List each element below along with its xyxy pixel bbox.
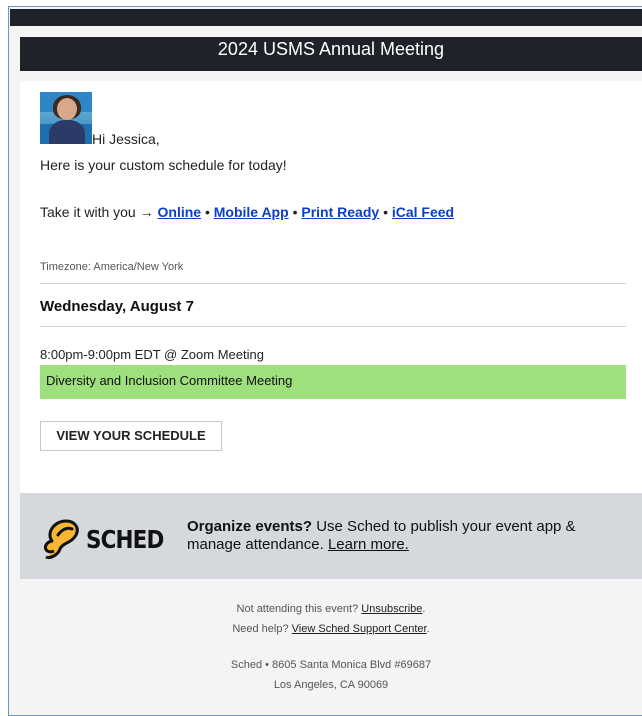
divider — [40, 326, 626, 327]
separator: • — [383, 204, 388, 220]
schedule-card: Hi Jessica, Here is your custom schedule… — [20, 81, 642, 493]
online-link[interactable]: Online — [158, 204, 202, 220]
greeting-text: Hi Jessica, — [92, 131, 160, 147]
take-it-with-you: Take it with you → Online • Mobile App •… — [40, 204, 454, 220]
session-item[interactable]: Diversity and Inclusion Committee Meetin… — [40, 365, 626, 399]
take-prefix: Take it with you → — [40, 204, 154, 220]
top-strip — [10, 9, 642, 26]
footer: Not attending this event? Unsubscribe. N… — [20, 579, 642, 704]
unsubscribe-line: Not attending this event? Unsubscribe. — [236, 603, 426, 615]
avatar — [40, 92, 92, 144]
promo-bold: Organize events? — [187, 518, 313, 535]
support-center-link[interactable]: View Sched Support Center — [292, 623, 427, 635]
mobile-app-link[interactable]: Mobile App — [214, 204, 289, 220]
event-banner: 2024 USMS Annual Meeting — [20, 37, 642, 71]
session-time: 8:00pm-9:00pm EDT @ Zoom Meeting — [40, 347, 264, 362]
sched-logo-icon — [44, 519, 79, 559]
separator: • — [204, 204, 210, 220]
help-line: Need help? View Sched Support Center. — [232, 623, 430, 635]
timezone-label: Timezone: America/New York — [40, 261, 184, 273]
address-line-2: Los Angeles, CA 90069 — [273, 679, 389, 691]
separator: • — [292, 204, 298, 220]
learn-more-link[interactable]: Learn more. — [328, 536, 409, 553]
address-line-1: Sched • 8605 Santa Monica Blvd #69687 — [230, 659, 432, 671]
event-title: 2024 USMS Annual Meeting — [217, 39, 445, 59]
print-ready-link[interactable]: Print Ready — [301, 204, 379, 220]
unsubscribe-link[interactable]: Unsubscribe — [361, 603, 422, 615]
view-schedule-button[interactable]: VIEW YOUR SCHEDULE — [40, 421, 222, 451]
intro-text: Here is your custom schedule for today! — [40, 157, 287, 173]
sched-promo: SCHED Organize events? Use Sched to publ… — [20, 493, 642, 579]
promo-text: Organize events? Use Sched to publish yo… — [187, 518, 627, 554]
sched-logo-text: SCHED — [86, 525, 164, 554]
session-title: Diversity and Inclusion Committee Meetin… — [46, 373, 293, 388]
divider — [40, 283, 626, 284]
day-heading: Wednesday, August 7 — [40, 298, 194, 315]
ical-feed-link[interactable]: iCal Feed — [392, 204, 454, 220]
